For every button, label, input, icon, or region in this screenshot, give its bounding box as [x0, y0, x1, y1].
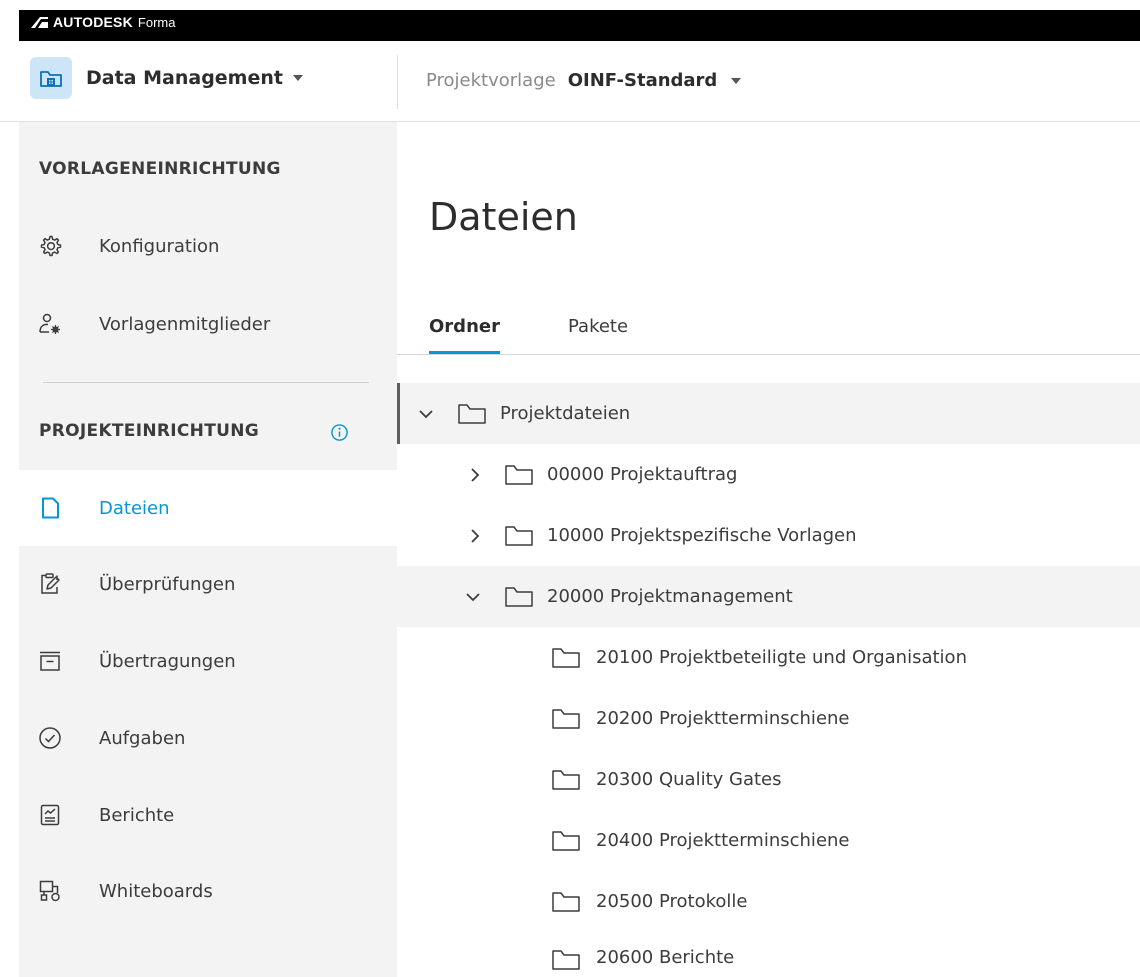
tree-label: 20400 Projektterminschiene — [596, 830, 850, 851]
tab-ordner[interactable]: Ordner — [429, 316, 500, 354]
folder-icon — [552, 769, 580, 790]
folder-icon — [505, 525, 533, 546]
tree-row-20000[interactable]: 20000 Projektmanagement — [397, 566, 1140, 627]
sidebar-item-label: Dateien — [99, 497, 170, 519]
folder-icon — [552, 647, 580, 668]
brand-bar: AUTODESK Forma — [0, 0, 1140, 41]
tree-label: 10000 Projektspezifische Vorlagen — [547, 525, 857, 546]
tree-label: 20000 Projektmanagement — [547, 586, 793, 607]
folder-icon — [505, 586, 533, 607]
chevron-right-icon[interactable] — [467, 528, 483, 544]
page-title: Dateien — [429, 195, 578, 239]
sidebar-item-label: Konfiguration — [99, 235, 220, 257]
sidebar-item-aufgaben[interactable]: Aufgaben — [19, 700, 397, 776]
sidebar-item-vorlagenmitglieder[interactable]: Vorlagenmitglieder — [19, 286, 397, 362]
autodesk-logo-icon — [31, 17, 48, 28]
sidebar-item-whiteboards[interactable]: Whiteboards — [19, 853, 397, 929]
tree-label: 20500 Protokolle — [596, 891, 748, 912]
tree-row-10000[interactable]: 10000 Projektspezifische Vorlagen — [397, 505, 1140, 566]
tab-bar: Ordner Pakete — [397, 304, 1140, 355]
header-divider — [397, 55, 398, 109]
tab-pakete[interactable]: Pakete — [568, 316, 628, 351]
tree-label: 20100 Projektbeteiligte und Organisation — [596, 647, 967, 668]
sidebar-item-label: Aufgaben — [99, 727, 186, 749]
whiteboard-icon — [39, 880, 60, 902]
folder-icon — [552, 708, 580, 729]
chevron-down-icon — [731, 77, 742, 84]
sidebar-item-ueberpruefungen[interactable]: Überprüfungen — [19, 546, 397, 622]
report-icon — [40, 804, 60, 826]
tree-row-20600[interactable]: 20600 Berichte — [397, 932, 1140, 977]
section-heading-template: VORLAGENEINRICHTUNG — [39, 159, 281, 179]
sidebar-item-uebertragungen[interactable]: Übertragungen — [19, 623, 397, 699]
file-icon — [42, 497, 59, 519]
folder-icon — [552, 950, 580, 970]
sidebar-divider — [43, 382, 369, 383]
sidebar-item-dateien[interactable]: Dateien — [19, 470, 397, 546]
brand-product: Forma — [137, 14, 176, 30]
chevron-down-icon[interactable] — [465, 589, 481, 605]
tree-row-00000[interactable]: 00000 Projektauftrag — [397, 444, 1140, 505]
sidebar-item-berichte[interactable]: Berichte — [19, 777, 397, 853]
template-selector[interactable]: Projektvorlage OINF-Standard — [426, 70, 742, 91]
tree-row-20100[interactable]: 20100 Projektbeteiligte und Organisation — [397, 627, 1140, 688]
app-header: Data Management Projektvorlage OINF-Stan… — [0, 41, 1140, 122]
folder-icon — [458, 403, 486, 424]
brand-bar-strip: AUTODESK Forma — [19, 10, 1140, 41]
tree-label: 00000 Projektauftrag — [547, 464, 738, 485]
tree-row-projektdateien[interactable]: Projektdateien — [397, 383, 1140, 444]
app-name: Data Management — [86, 67, 283, 89]
check-circle-icon — [39, 727, 61, 749]
sidebar-item-konfiguration[interactable]: Konfiguration — [19, 208, 397, 284]
app-switcher[interactable]: Data Management — [30, 57, 303, 99]
member-settings-icon — [39, 313, 60, 334]
info-icon[interactable] — [330, 423, 349, 442]
data-management-icon — [30, 57, 72, 99]
tree-row-20200[interactable]: 20200 Projektterminschiene — [397, 688, 1140, 749]
chevron-right-icon[interactable] — [467, 467, 483, 483]
autodesk-logo[interactable]: AUTODESK Forma — [31, 14, 175, 30]
section-heading-project: PROJEKTEINRICHTUNG — [39, 421, 259, 441]
tree-label: Projektdateien — [500, 403, 631, 424]
sidebar-item-label: Übertragungen — [99, 650, 236, 672]
template-label: Projektvorlage — [426, 70, 556, 91]
tree-label: 20600 Berichte — [596, 947, 735, 968]
chevron-down-icon[interactable] — [418, 406, 434, 422]
folder-icon — [552, 891, 580, 912]
tree-row-20500[interactable]: 20500 Protokolle — [397, 871, 1140, 932]
sidebar: VORLAGENEINRICHTUNG Konfiguration Vorlag… — [19, 122, 397, 977]
sidebar-item-label: Whiteboards — [99, 880, 213, 902]
template-value: OINF-Standard — [567, 70, 718, 91]
tree-label: 20300 Quality Gates — [596, 769, 782, 790]
sidebar-item-label: Überprüfungen — [99, 573, 236, 595]
review-icon — [41, 573, 60, 594]
transmittal-icon — [40, 651, 60, 671]
folder-icon — [552, 830, 580, 851]
tree-label: 20200 Projektterminschiene — [596, 708, 850, 729]
sidebar-item-label: Berichte — [99, 804, 175, 826]
tree-row-20400[interactable]: 20400 Projektterminschiene — [397, 810, 1140, 871]
folder-icon — [505, 464, 533, 485]
brand-name: AUTODESK — [53, 14, 133, 30]
chevron-down-icon — [292, 75, 303, 81]
tree-row-20300[interactable]: 20300 Quality Gates — [397, 749, 1140, 810]
gear-icon — [40, 235, 62, 257]
sidebar-item-label: Vorlagenmitglieder — [99, 313, 271, 335]
